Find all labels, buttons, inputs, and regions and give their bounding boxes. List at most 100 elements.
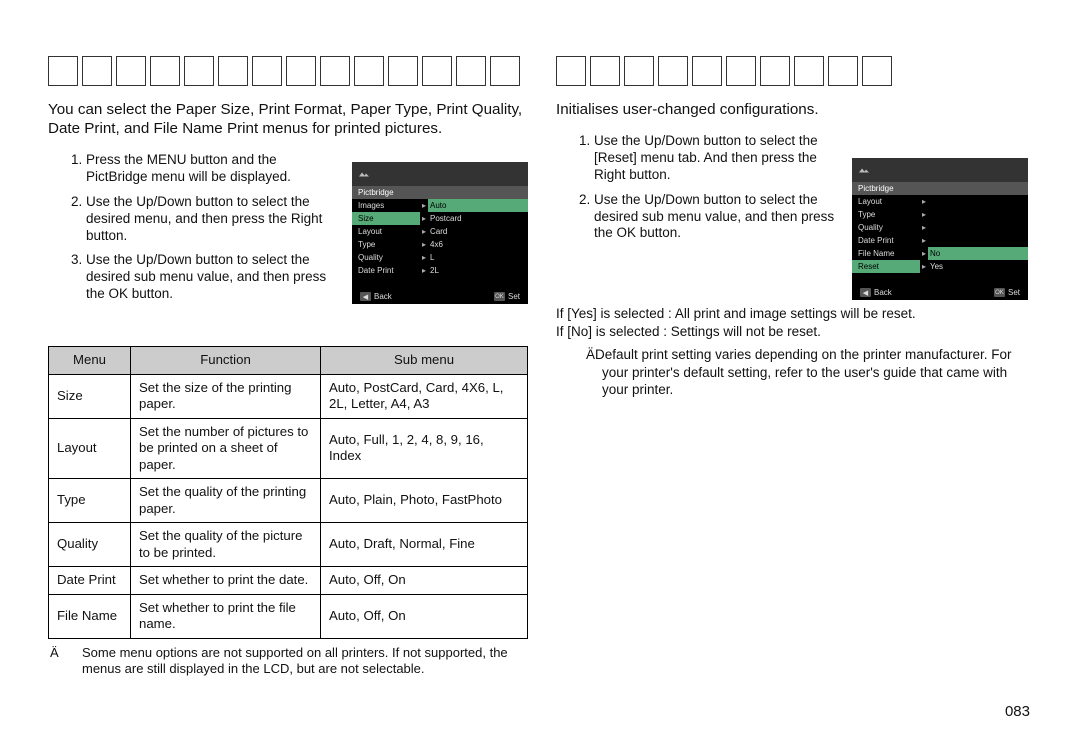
- right-column: Initialises user-changed conﬁgurations. …: [556, 56, 1036, 678]
- lcd-row: Date Print▸2L: [352, 264, 528, 277]
- lcd-preview-left: Pictbridge Images▸AutoSize▸PostcardLayou…: [352, 162, 528, 304]
- cell-menu: Size: [49, 374, 131, 418]
- lcd-key: Images: [352, 199, 420, 212]
- cell-function: Set the size of the printing paper.: [131, 374, 321, 418]
- lcd-key: Quality: [352, 251, 420, 264]
- lcd-key: Quality: [852, 221, 920, 234]
- right-intro: Initialises user-changed conﬁgurations.: [556, 100, 1036, 119]
- footnote-text: Default print setting varies depending o…: [595, 347, 1011, 397]
- th-submenu: Sub menu: [321, 347, 528, 375]
- cell-function: Set the quality of the picture to be pri…: [131, 523, 321, 567]
- lcd-set: Set: [1008, 288, 1020, 297]
- table-row: File Name Set whether to print the ﬁle n…: [49, 594, 528, 638]
- lcd-value: [928, 195, 1028, 208]
- left-footnote: ÄSome menu options are not supported on …: [48, 645, 528, 679]
- lcd-value: No: [928, 247, 1028, 260]
- lcd-key: Size: [352, 212, 420, 225]
- page-number: 083: [1005, 703, 1030, 720]
- cell-submenu: Auto, Off, On: [321, 594, 528, 638]
- lcd-row: Quality▸: [852, 221, 1028, 234]
- chevron-right-icon: ▸: [920, 234, 928, 247]
- lcd-back: Back: [874, 288, 892, 297]
- cell-menu: Layout: [49, 418, 131, 479]
- lcd-key: File Name: [852, 247, 920, 260]
- lcd-row: File Name▸No: [852, 247, 1028, 260]
- lcd-value: [928, 208, 1028, 221]
- lcd-value: Postcard: [428, 212, 528, 225]
- lcd-key: Date Print: [852, 234, 920, 247]
- lcd-set: Set: [508, 292, 520, 301]
- lcd-value: Yes: [928, 260, 1028, 273]
- table-row: Type Set the quality of the printing pap…: [49, 479, 528, 523]
- lcd-row: Layout▸: [852, 195, 1028, 208]
- cell-function: Set whether to print the ﬁle name.: [131, 594, 321, 638]
- step-item: Use the Up/Down button to select the des…: [86, 194, 338, 245]
- footnote-mark: Ä: [66, 645, 82, 662]
- step-item: Use the Up/Down button to select the [Re…: [594, 133, 846, 184]
- lcd-row: Images▸Auto: [352, 199, 528, 212]
- lcd-key: Type: [852, 208, 920, 221]
- cell-function: Set the number of pictures to be printed…: [131, 418, 321, 479]
- lcd-key: Type: [352, 238, 420, 251]
- menu-table: Menu Function Sub menu Size Set the size…: [48, 346, 528, 639]
- lcd-thumb: [352, 162, 528, 186]
- table-row: Date Print Set whether to print the date…: [49, 567, 528, 595]
- lcd-value: [928, 221, 1028, 234]
- ok-icon: OK: [994, 288, 1005, 297]
- footnote-mark: Ä: [586, 347, 595, 362]
- lcd-value: [928, 234, 1028, 247]
- chevron-right-icon: ▸: [420, 212, 428, 225]
- chevron-right-icon: ▸: [420, 199, 428, 212]
- lcd-value: Auto: [428, 199, 528, 212]
- step-item: Use the Up/Down button to select the des…: [594, 192, 846, 243]
- lcd-row: Size▸Postcard: [352, 212, 528, 225]
- lcd-row: Reset▸Yes: [852, 260, 1028, 273]
- back-icon: ◀: [860, 288, 871, 297]
- chevron-right-icon: ▸: [920, 208, 928, 221]
- chevron-right-icon: ▸: [420, 251, 428, 264]
- lcd-value: L: [428, 251, 528, 264]
- chevron-right-icon: ▸: [920, 260, 928, 273]
- line-no: If [No] is selected : Settings will not …: [556, 323, 1036, 341]
- lcd-row: Date Print▸: [852, 234, 1028, 247]
- step-item: Use the Up/Down button to select the des…: [86, 252, 338, 303]
- th-menu: Menu: [49, 347, 131, 375]
- lcd-row: Type▸: [852, 208, 1028, 221]
- lcd-key: Layout: [352, 225, 420, 238]
- lcd-bottom-bar: ◀Back OKSet: [352, 289, 528, 304]
- chevron-right-icon: ▸: [920, 221, 928, 234]
- right-footnote: ÄDefault print setting varies depending …: [556, 346, 1036, 399]
- chevron-right-icon: ▸: [420, 238, 428, 251]
- lcd-value: 4x6: [428, 238, 528, 251]
- lcd-row: Quality▸L: [352, 251, 528, 264]
- lcd-value: 2L: [428, 264, 528, 277]
- ok-icon: OK: [494, 292, 505, 301]
- lcd-bottom-bar: ◀Back OKSet: [852, 285, 1028, 300]
- lcd-header: Pictbridge: [852, 182, 1028, 195]
- cell-function: Set the quality of the printing paper.: [131, 479, 321, 523]
- lcd-key: Layout: [852, 195, 920, 208]
- cell-submenu: Auto, Draft, Normal, Fine: [321, 523, 528, 567]
- cell-menu: Date Print: [49, 567, 131, 595]
- cell-submenu: Auto, Full, 1, 2, 4, 8, 9, 16, Index: [321, 418, 528, 479]
- back-icon: ◀: [360, 292, 371, 301]
- table-row: Size Set the size of the printing paper.…: [49, 374, 528, 418]
- lcd-row: Layout▸Card: [352, 225, 528, 238]
- th-function: Function: [131, 347, 321, 375]
- right-steps: Use the Up/Down button to select the [Re…: [556, 133, 846, 242]
- lcd-header: Pictbridge: [352, 186, 528, 199]
- lcd-row: Type▸4x6: [352, 238, 528, 251]
- lcd-key: Reset: [852, 260, 920, 273]
- right-title-placeholder: [556, 56, 1036, 86]
- left-steps: Press the MENU button and the PictBridge…: [48, 152, 338, 303]
- table-row: Quality Set the quality of the picture t…: [49, 523, 528, 567]
- cell-submenu: Auto, Plain, Photo, FastPhoto: [321, 479, 528, 523]
- cell-submenu: Auto, Off, On: [321, 567, 528, 595]
- chevron-right-icon: ▸: [420, 225, 428, 238]
- left-title-placeholder: [48, 56, 528, 86]
- lcd-back: Back: [374, 292, 392, 301]
- cell-menu: Type: [49, 479, 131, 523]
- lcd-preview-right: Pictbridge Layout▸Type▸Quality▸Date Prin…: [852, 158, 1028, 300]
- lcd-key: Date Print: [352, 264, 420, 277]
- lcd-thumb: [852, 158, 1028, 182]
